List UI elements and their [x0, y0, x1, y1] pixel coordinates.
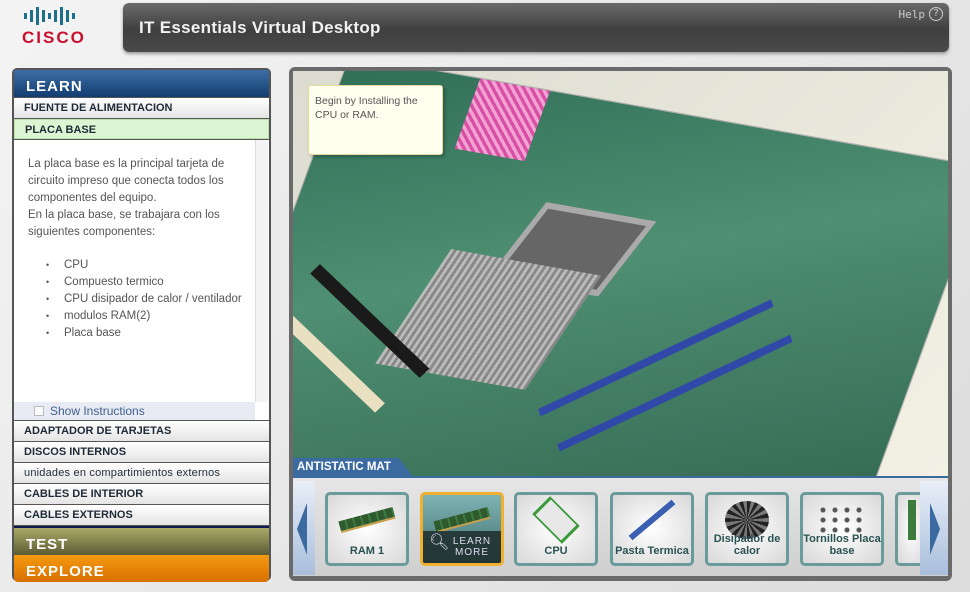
checkbox[interactable] — [34, 406, 44, 416]
tray-item-pasta-termica[interactable]: Pasta Termica — [610, 492, 694, 566]
list-item: modulos RAM(2) — [28, 308, 245, 325]
tray-label: Tornillos Placa base — [803, 533, 881, 557]
ram-icon — [338, 506, 396, 534]
learn-more-text: MORE — [455, 547, 489, 558]
show-instructions-label: Show Instructions — [50, 404, 145, 418]
scrollbar[interactable] — [255, 140, 268, 402]
tray-label: Pasta Termica — [615, 545, 689, 557]
sidebar-item-unidades[interactable]: unidades en compartimientos externos — [14, 463, 269, 483]
list-item: CPU — [28, 257, 245, 274]
tray-label: RAM 1 — [349, 545, 385, 557]
sidebar-item-fuente[interactable]: FUENTE DE ALIMENTACION — [14, 98, 269, 118]
tray-item-ram-2[interactable]: 🔍︎ LEARN MORE — [420, 492, 504, 566]
tray-item-ram-1[interactable]: RAM 1 — [325, 492, 409, 566]
learn-more-button[interactable]: 🔍︎ LEARN MORE — [423, 531, 501, 563]
io-heatsink — [454, 78, 551, 162]
learn-more-text: LEARN — [452, 536, 492, 547]
screws-icon — [817, 505, 867, 535]
sidebar-item-discos[interactable]: DISCOS INTERNOS — [14, 442, 269, 462]
description-p2: En la placa base, se trabajara con los s… — [28, 209, 220, 238]
component-list: CPU Compuesto termico CPU disipador de c… — [28, 257, 245, 342]
tray-item-tornillos[interactable]: Tornillos Placa base — [800, 492, 884, 566]
description-panel: La placa base es la principal tarjeta de… — [14, 140, 269, 420]
test-tab[interactable]: TEST — [14, 528, 269, 555]
motherboard-scene[interactable]: Begin by Installing the CPU or RAM. — [293, 71, 948, 477]
explore-tab[interactable]: EXPLORE — [14, 555, 269, 582]
list-item: CPU disipador de calor / ventilador — [28, 291, 245, 308]
thermal-paste-icon — [628, 499, 676, 541]
scroll-right-arrow-icon[interactable] — [920, 481, 948, 575]
list-item: Placa base — [28, 325, 245, 342]
ram-icon — [433, 506, 491, 534]
logo-text: CISCO — [22, 28, 86, 47]
component-tray: RAM 1 🔍︎ LEARN MORE CPU Pasta Termica Disi… — [293, 478, 948, 576]
workspace: Begin by Installing the CPU or RAM. ANTI… — [289, 67, 952, 581]
instruction-tooltip: Begin by Installing the CPU or RAM. — [308, 85, 443, 155]
title-bar: IT Essentials Virtual Desktop Help? — [123, 3, 949, 52]
show-instructions-toggle[interactable]: Show Instructions — [14, 402, 255, 420]
cpu-icon — [532, 496, 580, 544]
help-label: Help — [898, 7, 926, 21]
magnifier-icon: 🔍︎ — [429, 534, 451, 551]
sidebar-item-cables-interior[interactable]: CABLES DE INTERIOR — [14, 484, 269, 504]
tray-label: CPU — [544, 545, 568, 557]
sidebar-item-placa-base[interactable]: PLACA BASE — [14, 119, 269, 139]
sidebar-item-adaptador[interactable]: ADAPTADOR DE TARJETAS — [14, 421, 269, 441]
learn-tab[interactable]: LEARN — [14, 70, 269, 97]
help-button[interactable]: Help? — [898, 7, 943, 21]
list-item: Compuesto termico — [28, 274, 245, 291]
help-icon: ? — [929, 7, 943, 21]
tray-label: Disipador de calor — [713, 533, 781, 557]
card-icon — [907, 500, 916, 540]
app-title: IT Essentials Virtual Desktop — [139, 18, 381, 37]
description-p1: La placa base es la principal tarjeta de… — [28, 158, 225, 204]
sidebar: LEARN FUENTE DE ALIMENTACION PLACA BASE … — [12, 68, 271, 582]
sidebar-item-cables-externos[interactable]: CABLES EXTERNOS — [14, 505, 269, 525]
scroll-left-arrow-icon[interactable] — [293, 481, 315, 575]
antistatic-mat-label: ANTISTATIC MAT — [293, 458, 413, 477]
tray-item-cpu[interactable]: CPU — [514, 492, 598, 566]
tray-item-disipador[interactable]: Disipador de calor — [705, 492, 789, 566]
cisco-logo: CISCO — [22, 6, 102, 50]
